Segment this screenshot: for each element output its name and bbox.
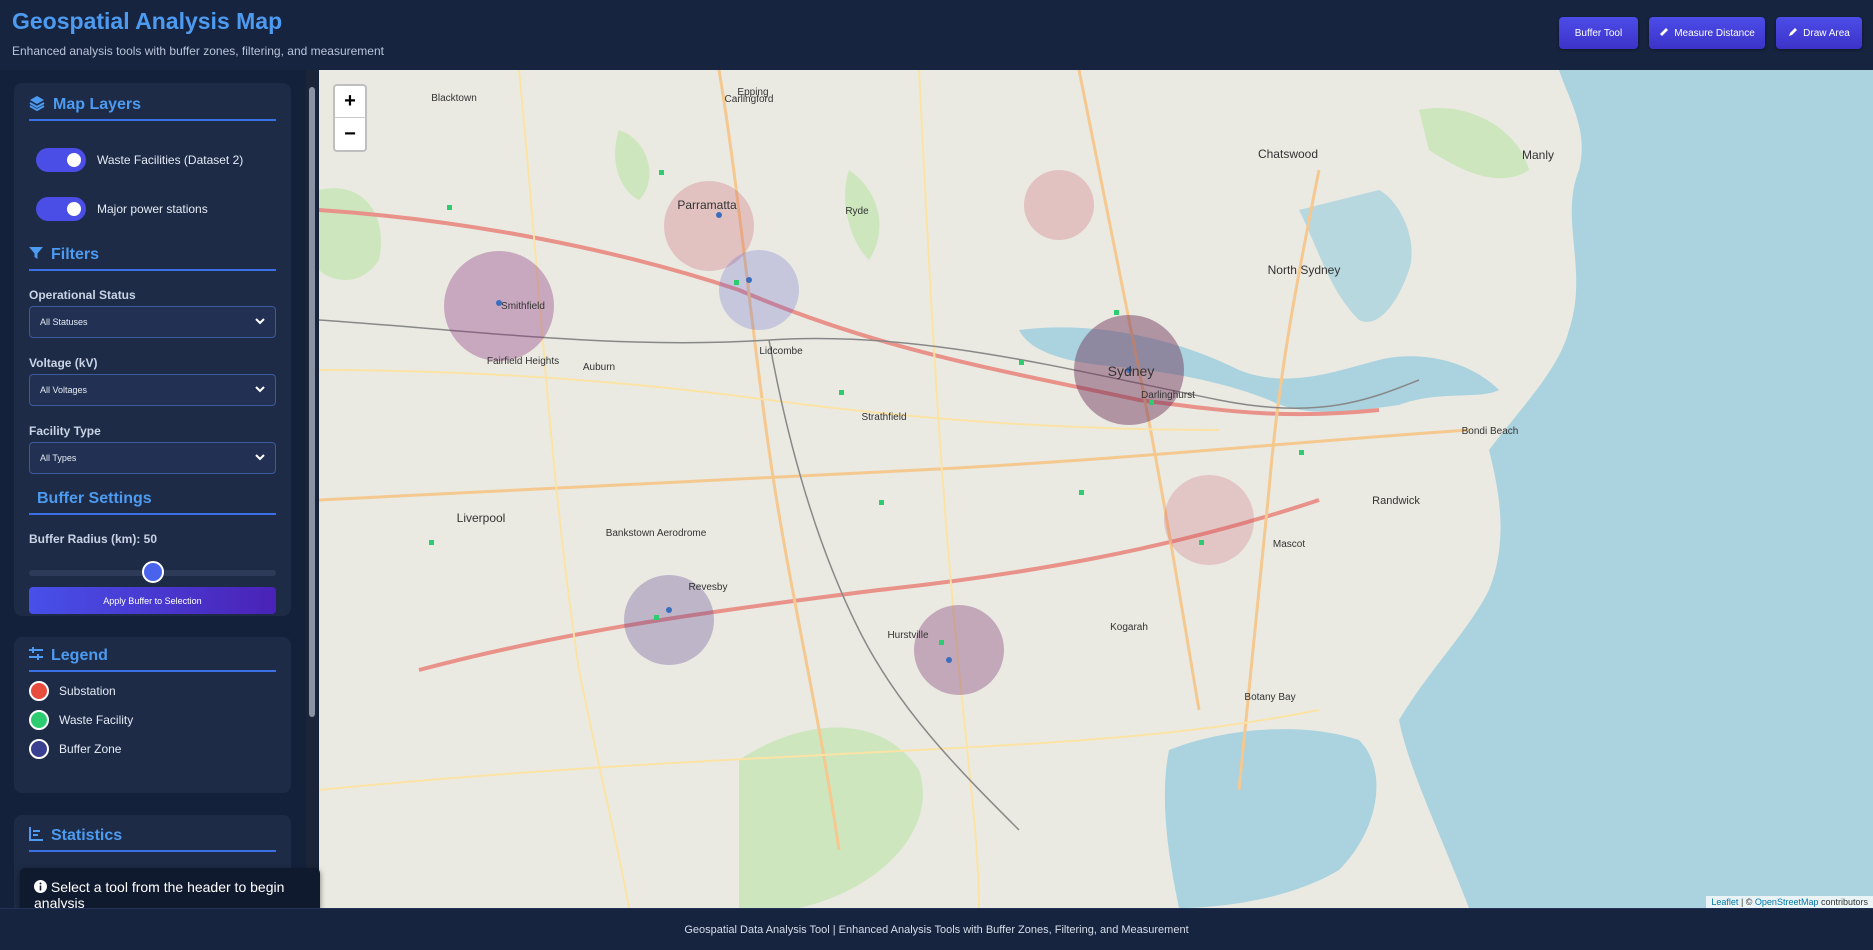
legend-label: Buffer Zone xyxy=(59,742,122,756)
ruler-icon xyxy=(1659,27,1669,40)
map-label: Darlinghurst xyxy=(1141,390,1195,401)
app-header: Geospatial Analysis Map Enhanced analysi… xyxy=(0,0,1873,70)
draw-area-button[interactable]: Draw Area xyxy=(1776,17,1862,49)
legend-label: Waste Facility xyxy=(59,713,134,727)
zoom-control: + − xyxy=(333,84,367,152)
legend-item-buffer-zone: Buffer Zone xyxy=(29,739,121,759)
draw-area-label: Draw Area xyxy=(1803,27,1850,39)
map-label: Manly xyxy=(1522,148,1554,162)
app-title: Geospatial Analysis Map xyxy=(12,8,283,34)
map-label: Bondi Beach xyxy=(1462,426,1519,437)
map-label: Sydney xyxy=(1108,363,1155,379)
substation-swatch xyxy=(29,681,49,701)
voltage-value: All Voltages xyxy=(40,385,88,395)
map-label: Auburn xyxy=(583,362,615,373)
statistics-heading: Statistics xyxy=(29,822,276,852)
buffer-zone-swatch xyxy=(29,739,49,759)
leaflet-link[interactable]: Leaflet xyxy=(1711,897,1738,907)
legend-icon xyxy=(29,646,43,666)
measure-distance-label: Measure Distance xyxy=(1674,27,1755,39)
voltage-label: Voltage (kV) xyxy=(29,356,98,370)
facility-type-select[interactable]: All Types xyxy=(29,442,276,474)
buffer-tool-label: Buffer Tool xyxy=(1574,27,1623,39)
info-icon xyxy=(34,879,51,895)
map-label: Parramatta xyxy=(677,198,737,212)
buffer-tool-button[interactable]: Buffer Tool xyxy=(1559,17,1638,49)
zoom-out-button[interactable]: − xyxy=(335,118,365,150)
controls-panel: Map Layers Waste Facilities (Dataset 2) … xyxy=(14,83,291,616)
map-label: Hurstville xyxy=(887,630,929,641)
legend-item-substation: Substation xyxy=(29,681,116,701)
map-layers-heading: Map Layers xyxy=(29,91,276,121)
layer-label: Major power stations xyxy=(97,202,208,216)
attribution-separator: | © xyxy=(1738,897,1755,907)
map-view[interactable]: Sydney Parramatta North Sydney Chatswood… xyxy=(319,70,1873,908)
pencil-icon xyxy=(1788,27,1798,40)
map-label: Fairfield Heights xyxy=(487,356,559,367)
filters-heading: Filters xyxy=(29,241,276,271)
map-label: Kogarah xyxy=(1110,622,1148,633)
osm-link[interactable]: OpenStreetMap xyxy=(1755,897,1819,907)
buffer-settings-title: Buffer Settings xyxy=(37,490,152,507)
map-label: Ryde xyxy=(845,206,869,217)
buffer-radius-label: Buffer Radius (km): 50 xyxy=(29,532,158,546)
facility-type-value: All Types xyxy=(40,453,77,463)
facility-type-label: Facility Type xyxy=(29,424,101,438)
map-tiles: Sydney Parramatta North Sydney Chatswood… xyxy=(319,70,1873,908)
power-stations-switch[interactable] xyxy=(36,197,86,221)
chevron-down-icon xyxy=(255,452,265,464)
legend-title: Legend xyxy=(51,647,108,664)
legend-heading: Legend xyxy=(29,642,276,672)
zoom-in-button[interactable]: + xyxy=(335,86,365,118)
chevron-down-icon xyxy=(255,316,265,328)
app-subtitle: Enhanced analysis tools with buffer zone… xyxy=(12,44,384,58)
waste-facilities-switch[interactable] xyxy=(36,148,86,172)
map-label: Liverpool xyxy=(457,511,506,525)
filter-icon xyxy=(29,246,43,265)
voltage-select[interactable]: All Voltages xyxy=(29,374,276,406)
filters-title: Filters xyxy=(51,246,100,263)
map-label: Carlingford xyxy=(725,94,774,105)
buffer-settings-heading: Buffer Settings xyxy=(29,485,276,515)
legend-item-waste-facility: Waste Facility xyxy=(29,710,133,730)
app-footer: Geospatial Data Analysis Tool | Enhanced… xyxy=(0,908,1873,950)
map-label: Chatswood xyxy=(1258,147,1318,161)
map-label: Randwick xyxy=(1372,495,1420,507)
operational-status-value: All Statuses xyxy=(40,317,88,327)
buffer-radius-slider-thumb[interactable] xyxy=(141,561,164,583)
layers-icon xyxy=(29,95,45,116)
layer-toggle-waste-facilities[interactable]: Waste Facilities (Dataset 2) xyxy=(36,148,243,172)
sidebar-scrollbar[interactable] xyxy=(306,70,318,908)
sidebar: Map Layers Waste Facilities (Dataset 2) … xyxy=(0,70,306,908)
map-label: Smithfield xyxy=(501,301,545,312)
layer-label: Waste Facilities (Dataset 2) xyxy=(97,153,244,167)
waste-facility-swatch xyxy=(29,710,49,730)
measure-distance-button[interactable]: Measure Distance xyxy=(1649,17,1765,49)
footer-text: Geospatial Data Analysis Tool | Enhanced… xyxy=(684,923,1189,936)
apply-buffer-label: Apply Buffer to Selection xyxy=(103,595,202,606)
map-attribution: Leaflet | © OpenStreetMap contributors xyxy=(1706,896,1873,908)
map-label: Lidcombe xyxy=(759,346,803,357)
apply-buffer-button[interactable]: Apply Buffer to Selection xyxy=(29,587,276,614)
toast-message: Select a tool from the header to begin a… xyxy=(34,879,285,911)
map-label: North Sydney xyxy=(1268,263,1341,277)
map-label: Strathfield xyxy=(861,412,906,423)
map-label: Mascot xyxy=(1273,539,1305,550)
map-label: Blacktown xyxy=(431,93,477,104)
map-label: Bankstown Aerodrome xyxy=(606,528,707,539)
legend-label: Substation xyxy=(59,684,116,698)
layer-toggle-power-stations[interactable]: Major power stations xyxy=(36,197,208,221)
map-label: Revesby xyxy=(689,582,728,593)
sidebar-scrollbar-thumb[interactable] xyxy=(309,87,315,717)
operational-status-select[interactable]: All Statuses xyxy=(29,306,276,338)
map-label: Botany Bay xyxy=(1244,692,1295,703)
chevron-down-icon xyxy=(255,384,265,396)
chart-icon xyxy=(29,826,43,846)
legend-panel: Legend Substation Waste Facility Buffer … xyxy=(14,637,291,793)
statistics-title: Statistics xyxy=(51,827,123,844)
operational-status-label: Operational Status xyxy=(29,288,136,302)
map-layers-title: Map Layers xyxy=(53,96,142,113)
attribution-suffix: contributors xyxy=(1818,897,1868,907)
